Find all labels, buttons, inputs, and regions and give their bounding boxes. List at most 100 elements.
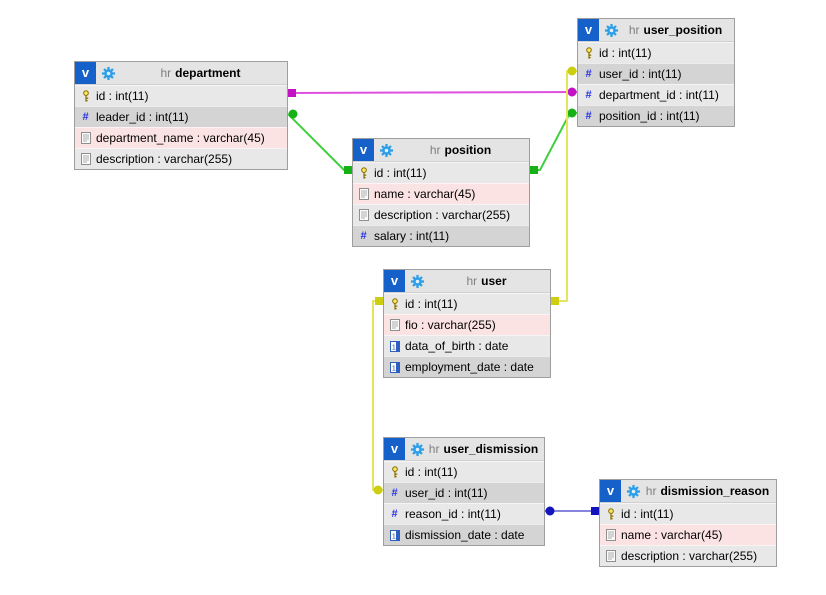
table-header[interactable]: v hruser_position [578, 19, 734, 42]
date-icon: 1 [388, 362, 401, 373]
column-row-data_of_birth[interactable]: 1data_of_birth : date [384, 335, 550, 356]
relation-user_position.department_id-to-department.id [288, 88, 577, 98]
column-row-fio[interactable]: fio : varchar(255) [384, 314, 550, 335]
column-row-user_id[interactable]: #user_id : int(11) [578, 63, 734, 84]
column-row-name[interactable]: name : varchar(45) [600, 524, 776, 545]
gear-icon[interactable] [379, 143, 394, 158]
relation-referenced-end [530, 166, 538, 174]
view-badge[interactable]: v [578, 19, 599, 41]
column-label: description : varchar(255) [96, 152, 232, 166]
primary-key-icon [79, 90, 92, 103]
column-label: department_id : int(11) [599, 88, 719, 102]
column-label: reason_id : int(11) [405, 507, 501, 521]
gear-icon[interactable] [101, 66, 116, 81]
column-row-employment_date[interactable]: 1 employment_date : date [384, 356, 550, 377]
primary-key-icon [357, 167, 370, 180]
column-label: department_name : varchar(45) [96, 131, 265, 145]
table-department[interactable]: vhrdepartment id : int(11) #leader_id : in… [74, 61, 288, 170]
column-row-id[interactable]: id : int(11) [384, 461, 544, 482]
text-field-icon [604, 550, 617, 562]
index-icon: # [388, 488, 401, 499]
svg-text:1: 1 [391, 531, 395, 540]
view-badge[interactable]: v [384, 438, 405, 460]
column-row-leader_id[interactable]: #leader_id : int(11) [75, 106, 287, 127]
column-row-position_id[interactable]: # position_id : int(11) [578, 105, 734, 126]
gear-icon[interactable] [410, 274, 425, 289]
svg-text:1: 1 [391, 342, 395, 351]
schema-label: hr [429, 442, 440, 456]
table-header[interactable]: vhrdepartment [75, 62, 287, 85]
column-row-department_id[interactable]: #department_id : int(11) [578, 84, 734, 105]
table-name-label: department [175, 66, 240, 80]
gear-icon[interactable] [626, 484, 641, 499]
view-badge[interactable]: v [384, 270, 405, 292]
relation-referenced-end [375, 297, 383, 305]
column-row-salary[interactable]: # salary : int(11) [353, 225, 529, 246]
relation-foreign-key-end [568, 109, 577, 118]
column-row-department_name[interactable]: department_name : varchar(45) [75, 127, 287, 148]
schema-label: hr [466, 274, 477, 288]
column-row-description[interactable]: description : varchar(255) [75, 148, 287, 169]
view-badge[interactable]: v [600, 480, 621, 502]
column-row-description[interactable]: description : varchar(255) [600, 545, 776, 566]
column-label: id : int(11) [96, 89, 148, 103]
table-position[interactable]: v hr position id : int(11) name : varchar(45… [352, 138, 530, 247]
column-row-id[interactable]: id : int(11) [600, 503, 776, 524]
table-name-label: position [445, 143, 492, 157]
column-label: salary : int(11) [374, 229, 449, 243]
column-row-id[interactable]: id : int(11) [75, 85, 287, 106]
table-header[interactable]: v hrdismission_reason [600, 480, 776, 503]
schema-label: hr [430, 143, 441, 157]
column-label: description : varchar(255) [374, 208, 510, 222]
relation-user_position.position_id-to-position.id [530, 109, 577, 175]
column-row-user_id[interactable]: # user_id : int(11) [384, 482, 544, 503]
gear-icon[interactable] [410, 442, 425, 457]
table-user[interactable]: v hruser id : int(11)fio : varchar(255)1da… [383, 269, 551, 378]
table-header[interactable]: v hruser [384, 270, 550, 293]
table-title: hrdismission_reason [641, 484, 776, 498]
gear-icon[interactable] [604, 23, 619, 38]
column-label: position_id : int(11) [599, 109, 700, 123]
column-label: employment_date : date [405, 360, 534, 374]
schema-label: hr [629, 23, 640, 37]
column-row-id[interactable]: id : int(11) [384, 293, 550, 314]
column-row-description[interactable]: description : varchar(255) [353, 204, 529, 225]
relation-user_dismission.user_id-to-user.id [373, 297, 383, 495]
view-badge[interactable]: v [75, 62, 96, 84]
column-label: id : int(11) [621, 507, 673, 521]
table-user_dismission[interactable]: vhruser_dismissionid : int(11)#user_id :… [383, 437, 545, 546]
relation-referenced-end [344, 166, 352, 174]
primary-key-icon [388, 298, 401, 311]
column-label: dismission_date : date [405, 528, 524, 542]
index-icon: # [582, 111, 595, 122]
text-field-icon [604, 529, 617, 541]
index-icon: # [357, 231, 370, 242]
table-title: hr position [394, 143, 529, 157]
table-name-label: user [481, 274, 506, 288]
table-name-label: user_position [643, 23, 722, 37]
table-header[interactable]: v hr position [353, 139, 529, 162]
relation-user_position.user_id-to-user.id [551, 67, 577, 306]
column-label: name : varchar(45) [621, 528, 722, 542]
text-field-icon [388, 319, 401, 331]
index-icon: # [79, 112, 92, 123]
relation-foreign-key-end [289, 110, 298, 119]
table-user_position[interactable]: v hruser_positionid : int(11)#user_id : i… [577, 18, 735, 127]
text-field-icon [357, 209, 370, 221]
column-label: id : int(11) [405, 465, 457, 479]
column-row-reason_id[interactable]: #reason_id : int(11) [384, 503, 544, 524]
column-label: user_id : int(11) [405, 486, 487, 500]
view-badge[interactable]: v [353, 139, 374, 161]
date-icon: 1 [388, 530, 401, 541]
column-row-id[interactable]: id : int(11) [353, 162, 529, 183]
column-label: name : varchar(45) [374, 187, 475, 201]
text-field-icon [79, 132, 92, 144]
column-row-id[interactable]: id : int(11) [578, 42, 734, 63]
relation-user_dismission.reason_id-to-dismission_reason.id [545, 507, 599, 516]
table-dismission_reason[interactable]: v hrdismission_reasonid : int(11) name : v… [599, 479, 777, 567]
column-label: description : varchar(255) [621, 549, 757, 563]
column-row-name[interactable]: name : varchar(45) [353, 183, 529, 204]
column-row-dismission_date[interactable]: 1 dismission_date : date [384, 524, 544, 545]
table-header[interactable]: vhruser_dismission [384, 438, 544, 461]
primary-key-icon [582, 47, 595, 60]
